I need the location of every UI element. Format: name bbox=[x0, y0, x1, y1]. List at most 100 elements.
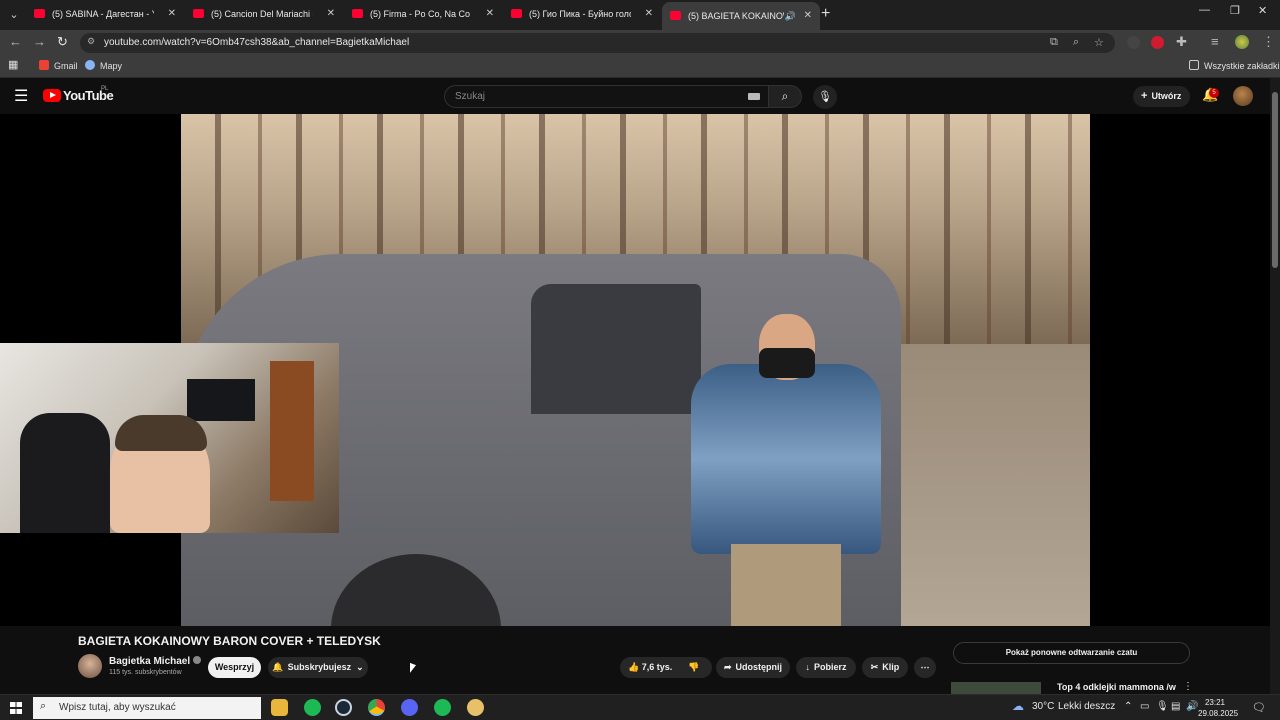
tab-close-icon[interactable]: ✕ bbox=[645, 3, 653, 25]
like-button[interactable]: 👍 7,6 tys. bbox=[628, 662, 672, 672]
clock-time: 23:21 bbox=[1204, 698, 1226, 707]
browser-tab[interactable]: (5) Гио Пика - Буйно голова ✕ bbox=[503, 3, 661, 25]
battery-icon[interactable]: ▭ bbox=[1140, 701, 1149, 712]
network-icon[interactable]: ▤ bbox=[1171, 701, 1180, 712]
spotify-icon[interactable] bbox=[304, 699, 321, 716]
new-tab-button[interactable]: + bbox=[821, 5, 830, 23]
notification-center-icon[interactable]: 🗨 bbox=[1252, 701, 1266, 714]
minimize-icon[interactable]: — bbox=[1199, 4, 1210, 16]
tab-close-icon[interactable]: ✕ bbox=[168, 3, 176, 25]
reading-list-icon[interactable]: ≡ bbox=[1211, 34, 1219, 49]
clip-button[interactable]: ✂ Klip bbox=[862, 657, 908, 678]
taskbar-search-input[interactable]: ⌕ Wpisz tutaj, aby wyszukać bbox=[33, 697, 261, 719]
keyboard-icon[interactable] bbox=[748, 93, 760, 100]
tab-search-chevron-icon[interactable]: ⌄ bbox=[4, 5, 24, 25]
tray-overflow-icon[interactable]: ⌃ bbox=[1124, 701, 1132, 712]
tab-title: (5) Гио Пика - Буйно голова bbox=[529, 9, 631, 19]
extension-icon[interactable] bbox=[1127, 36, 1140, 49]
tab-close-icon[interactable]: ✕ bbox=[327, 3, 335, 25]
browser-tab[interactable]: (5) Cancion Del Mariachi - YouTube ✕ bbox=[185, 3, 343, 25]
chat-replay-button[interactable]: Pokaż ponowne odtwarzanie czatu bbox=[953, 642, 1190, 664]
like-dislike-group: 👍 7,6 tys. 👎 bbox=[620, 657, 712, 678]
url-text[interactable]: youtube.com/watch?v=6Omb47csh38&ab_chann… bbox=[104, 37, 409, 48]
gmail-icon bbox=[39, 60, 49, 70]
support-button[interactable]: Wesprzyj bbox=[208, 657, 261, 678]
weather-desc[interactable]: Lekki deszcz bbox=[1058, 701, 1115, 712]
search-button[interactable]: ⌕ bbox=[768, 85, 802, 108]
account-avatar[interactable] bbox=[1233, 86, 1253, 106]
browser-tab[interactable]: (5) Firma - Po Co, Na Co - YouTube ✕ bbox=[344, 3, 502, 25]
audio-playing-icon[interactable]: 🔊 bbox=[785, 2, 796, 30]
profile-avatar[interactable] bbox=[1235, 35, 1249, 49]
menu-hamburger-icon[interactable]: ☰ bbox=[14, 86, 28, 106]
tab-close-icon[interactable]: ✕ bbox=[486, 3, 494, 25]
file-explorer-icon[interactable] bbox=[271, 699, 288, 716]
forward-icon[interactable]: → bbox=[33, 34, 46, 49]
windows-start-icon[interactable] bbox=[10, 702, 22, 714]
bookmark-maps[interactable]: Mapy bbox=[85, 60, 122, 71]
clock[interactable]: 23:21 29.08.2025 bbox=[1198, 697, 1239, 719]
video-player[interactable] bbox=[0, 114, 1270, 626]
apps-grid-icon[interactable]: ▦ bbox=[8, 58, 18, 71]
back-icon[interactable]: ← bbox=[9, 34, 22, 49]
bookmark-star-icon[interactable]: ☆ bbox=[1094, 36, 1104, 49]
tab-close-icon[interactable]: ✕ bbox=[804, 2, 812, 30]
chrome-icon[interactable] bbox=[368, 699, 385, 716]
share-button[interactable]: ➦ Udostępnij bbox=[716, 657, 790, 678]
reload-icon[interactable]: ↻ bbox=[57, 34, 68, 50]
omnibox[interactable]: ⚙ youtube.com/watch?v=6Omb47csh38&ab_cha… bbox=[80, 33, 1115, 53]
microphone-icon: 🎙 bbox=[818, 91, 832, 103]
van-window bbox=[531, 284, 701, 414]
close-window-icon[interactable]: ✕ bbox=[1258, 4, 1267, 17]
channel-avatar[interactable] bbox=[78, 654, 102, 678]
weather-temp[interactable]: 30°C bbox=[1032, 701, 1054, 712]
app-icon[interactable] bbox=[467, 699, 484, 716]
maps-icon bbox=[85, 60, 95, 70]
subscribed-button[interactable]: 🔔 Subskrybujesz ⌄ bbox=[268, 657, 368, 678]
download-button[interactable]: ↓ Pobierz bbox=[796, 657, 856, 678]
video-title: BAGIETA KOKAINOWY BARON COVER + TELEDYSK bbox=[78, 634, 381, 648]
folder-icon bbox=[1189, 60, 1199, 70]
scrollbar-thumb[interactable] bbox=[1272, 92, 1278, 268]
channel-name[interactable]: Bagietka Michael bbox=[109, 656, 202, 667]
bookmark-gmail[interactable]: Gmail bbox=[39, 60, 78, 71]
volume-icon[interactable]: 🔊 bbox=[1186, 701, 1198, 712]
site-info-icon[interactable]: ⚙ bbox=[87, 36, 95, 47]
cast-icon[interactable]: ⧉ bbox=[1050, 36, 1058, 49]
all-bookmarks[interactable]: Wszystkie zakładki bbox=[1189, 60, 1280, 71]
mouse-cursor bbox=[410, 662, 416, 676]
voice-search-button[interactable]: 🎙 bbox=[813, 85, 837, 109]
adblock-extension-icon[interactable] bbox=[1151, 36, 1164, 49]
browser-tab-active[interactable]: (5) BAGIETA KOKAINOWY BARON 🔊 ✕ bbox=[662, 2, 820, 30]
extensions-puzzle-icon[interactable]: ✚ bbox=[1176, 34, 1187, 50]
restore-icon[interactable]: ❐ bbox=[1230, 4, 1240, 17]
thumbs-down-icon: 👎 bbox=[688, 662, 700, 672]
more-actions-button[interactable]: ⋯ bbox=[914, 657, 936, 678]
tab-title: (5) Firma - Po Co, Na Co - YouTube bbox=[370, 9, 472, 19]
recommended-more-icon[interactable]: ⋮ bbox=[1183, 681, 1193, 692]
search-input[interactable]: Szukaj bbox=[444, 85, 769, 108]
recommended-title[interactable]: Top 4 odklejki mammona /w bbox=[1057, 682, 1176, 692]
dislike-button[interactable]: 👎 bbox=[688, 657, 699, 678]
discord-icon[interactable] bbox=[401, 699, 418, 716]
browser-tab[interactable]: (5) SABINA - Дагестан - YouTube ✕ bbox=[26, 3, 184, 25]
browser-menu-icon[interactable]: ⋮ bbox=[1262, 34, 1275, 50]
mic-tray-icon[interactable]: 🎙 bbox=[1156, 701, 1169, 712]
spotify-icon[interactable] bbox=[434, 699, 451, 716]
taskbar-search-placeholder: Wpisz tutaj, aby wyszukać bbox=[59, 702, 176, 713]
bookmarks-bar: ▦ Gmail Mapy Wszystkie zakładki bbox=[0, 56, 1280, 78]
notification-badge: 5 bbox=[1209, 88, 1219, 98]
page-scrollbar[interactable] bbox=[1270, 78, 1280, 694]
zoom-icon[interactable]: ⌕ bbox=[1073, 36, 1079, 49]
plus-icon: + bbox=[1141, 90, 1148, 102]
youtube-logo-icon[interactable] bbox=[43, 89, 61, 102]
youtube-favicon-icon bbox=[34, 9, 45, 18]
recommended-thumbnail[interactable] bbox=[951, 682, 1041, 694]
clock-date: 29.08.2025 bbox=[1198, 709, 1239, 718]
create-button[interactable]: + Utwórz bbox=[1133, 86, 1190, 107]
download-icon: ↓ bbox=[805, 662, 810, 672]
tab-title: (5) BAGIETA KOKAINOWY BARON bbox=[688, 11, 784, 21]
steam-icon[interactable] bbox=[335, 699, 352, 716]
weather-cloud-icon[interactable]: ☁ bbox=[1012, 699, 1024, 713]
windows-taskbar: ⌕ Wpisz tutaj, aby wyszukać ☁ 30°C Lekki… bbox=[0, 694, 1280, 720]
